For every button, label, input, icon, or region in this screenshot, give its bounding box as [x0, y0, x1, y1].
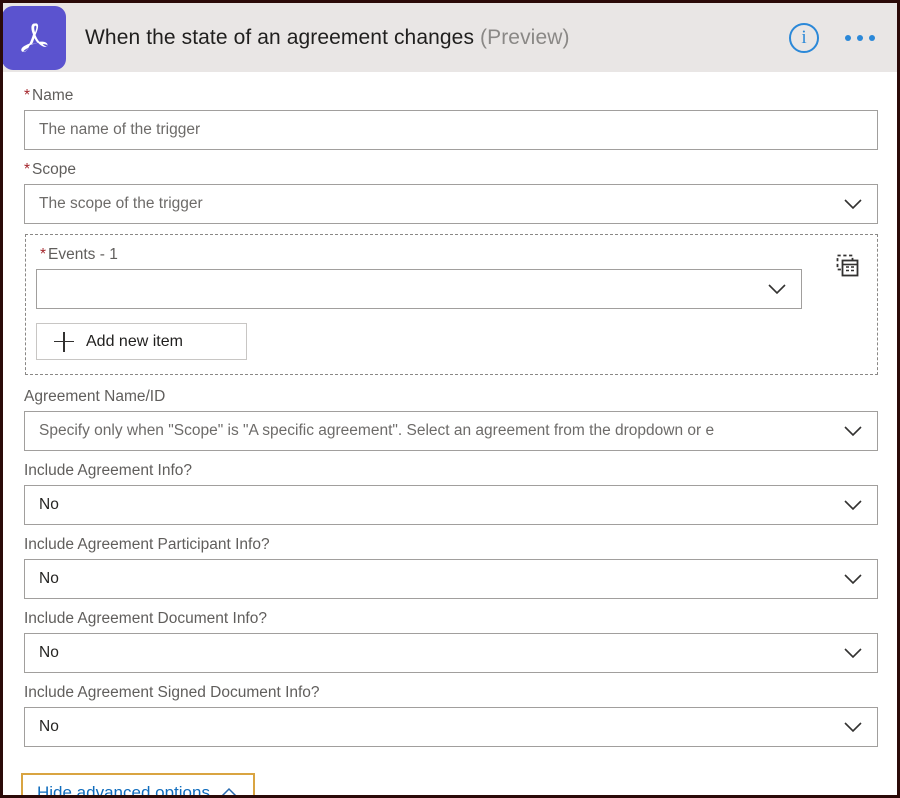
chevron-down-icon [842, 193, 864, 215]
field-include-agreement-document-info: Include Agreement Document Info? No [24, 609, 878, 673]
include-agreement-document-info-dropdown[interactable]: No [24, 633, 878, 673]
field-include-agreement-info: Include Agreement Info? No [24, 461, 878, 525]
hide-advanced-options-button[interactable]: Hide advanced options [21, 773, 255, 798]
label-scope: *Scope [24, 160, 878, 180]
adobe-acrobat-icon [2, 6, 66, 70]
chevron-down-icon [842, 420, 864, 442]
include-agreement-info-value: No [25, 494, 103, 516]
name-input-placeholder: The name of the trigger [25, 119, 244, 141]
card-header: When the state of an agreement changes (… [3, 3, 897, 72]
field-include-agreement-signed-document-info: Include Agreement Signed Document Info? … [24, 683, 878, 747]
required-asterisk: * [24, 87, 30, 104]
info-circle-icon[interactable]: i [789, 23, 819, 53]
ellipsis-icon[interactable] [845, 35, 875, 41]
required-asterisk: * [24, 161, 30, 178]
label-scope-text: Scope [32, 161, 76, 178]
agreement-name-id-placeholder: Specify only when "Scope" is "A specific… [25, 420, 758, 442]
include-agreement-participant-info-value: No [25, 568, 103, 590]
name-input[interactable]: The name of the trigger [24, 110, 878, 150]
page-title: When the state of an agreement changes (… [85, 26, 570, 50]
field-include-agreement-participant-info: Include Agreement Participant Info? No [24, 535, 878, 599]
include-agreement-info-dropdown[interactable]: No [24, 485, 878, 525]
preview-badge: (Preview) [480, 26, 570, 49]
label-name-text: Name [32, 87, 73, 104]
events-dropdown[interactable] [36, 269, 802, 309]
label-name: *Name [24, 86, 878, 106]
plus-icon [54, 332, 74, 352]
field-scope: *Scope The scope of the trigger [24, 160, 878, 224]
label-events: *Events - 1 [40, 245, 863, 265]
field-agreement-name-id: Agreement Name/ID Specify only when "Sco… [24, 387, 878, 451]
form-body: *Name The name of the trigger *Scope The… [3, 72, 897, 798]
label-include-agreement-document-info: Include Agreement Document Info? [24, 609, 878, 629]
label-include-agreement-participant-info: Include Agreement Participant Info? [24, 535, 878, 555]
trigger-card: When the state of an agreement changes (… [0, 0, 900, 798]
agreement-name-id-dropdown[interactable]: Specify only when "Scope" is "A specific… [24, 411, 878, 451]
header-actions: i [789, 23, 897, 53]
add-new-item-button[interactable]: Add new item [36, 323, 247, 360]
events-array-group: *Events - 1 Add new item [25, 234, 878, 375]
label-events-text: Events - 1 [48, 246, 118, 263]
label-agreement-name-id: Agreement Name/ID [24, 387, 878, 407]
chevron-up-icon [219, 783, 239, 798]
chevron-down-icon [766, 278, 788, 300]
hide-advanced-options-label: Hide advanced options [37, 783, 210, 798]
include-agreement-signed-document-info-dropdown[interactable]: No [24, 707, 878, 747]
include-agreement-participant-info-dropdown[interactable]: No [24, 559, 878, 599]
field-name: *Name The name of the trigger [24, 86, 878, 150]
advanced-options-wrap: Hide advanced options [21, 773, 255, 798]
chevron-down-icon [842, 494, 864, 516]
include-agreement-signed-document-info-value: No [25, 716, 103, 738]
scope-dropdown-placeholder: The scope of the trigger [25, 193, 247, 215]
chevron-down-icon [842, 716, 864, 738]
scope-dropdown[interactable]: The scope of the trigger [24, 184, 878, 224]
label-include-agreement-signed-document-info: Include Agreement Signed Document Info? [24, 683, 878, 703]
switch-to-array-input-icon[interactable] [835, 253, 861, 279]
page-title-text: When the state of an agreement changes [85, 26, 474, 49]
label-include-agreement-info: Include Agreement Info? [24, 461, 878, 481]
required-asterisk: * [40, 246, 46, 263]
chevron-down-icon [842, 642, 864, 664]
include-agreement-document-info-value: No [25, 642, 103, 664]
chevron-down-icon [842, 568, 864, 590]
add-new-item-label: Add new item [86, 333, 183, 351]
